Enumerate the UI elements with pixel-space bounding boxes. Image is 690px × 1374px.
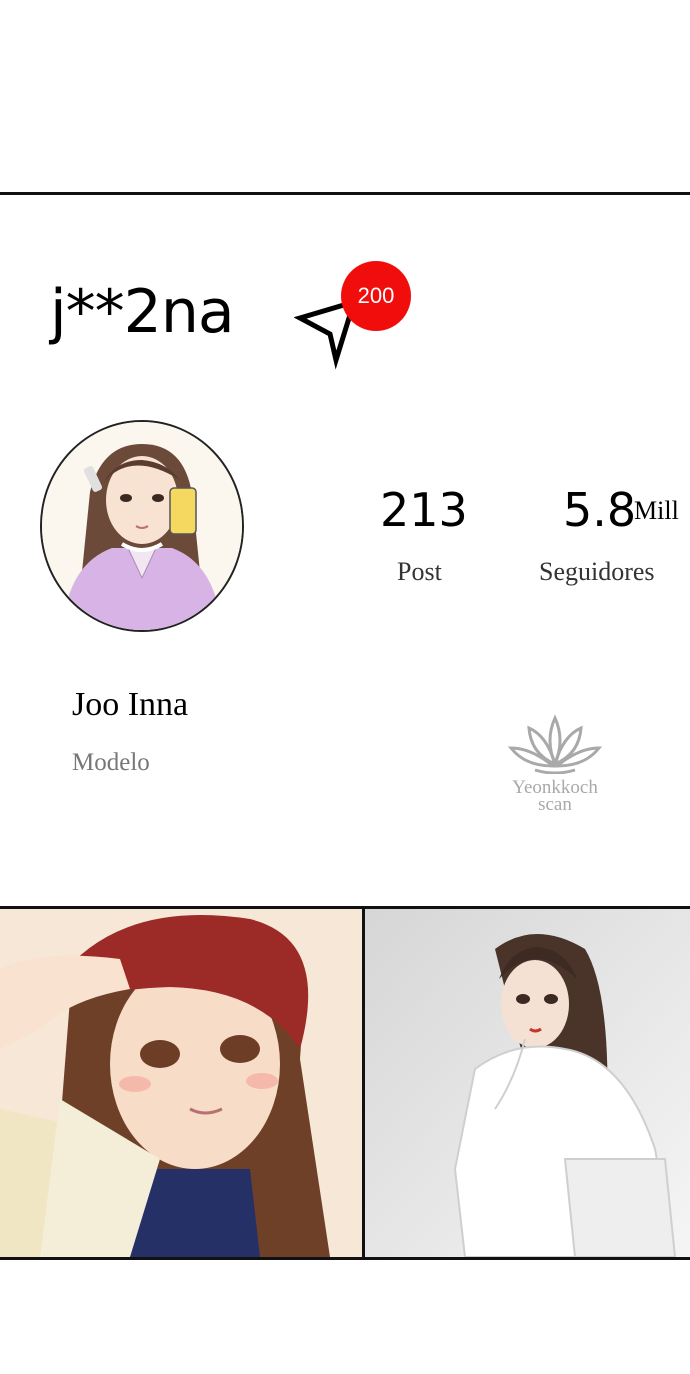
- avatar-illustration: [42, 422, 242, 630]
- notification-badge: 200: [341, 261, 411, 331]
- post-1-illustration: [0, 909, 362, 1257]
- post-thumbnail-1[interactable]: [0, 909, 362, 1257]
- bio: Modelo: [72, 749, 150, 776]
- posts-count[interactable]: 213: [380, 487, 468, 533]
- post-2-illustration: [365, 909, 690, 1257]
- followers-unit: Mill: [634, 496, 679, 525]
- display-name: Joo Inna: [72, 686, 189, 723]
- lotus-icon: [507, 714, 603, 775]
- posts-label: Post: [397, 557, 442, 586]
- username: j**2na: [50, 277, 235, 347]
- followers-count[interactable]: 5.8: [563, 487, 636, 533]
- post-thumbnail-2[interactable]: [365, 909, 690, 1257]
- followers-label: Seguidores: [539, 557, 655, 586]
- watermark-line-2: scan: [538, 794, 572, 816]
- post-grid: [0, 906, 690, 1260]
- avatar[interactable]: [40, 420, 244, 632]
- header-divider: [0, 192, 690, 195]
- scan-watermark: Yeonkkoch scan: [495, 712, 615, 816]
